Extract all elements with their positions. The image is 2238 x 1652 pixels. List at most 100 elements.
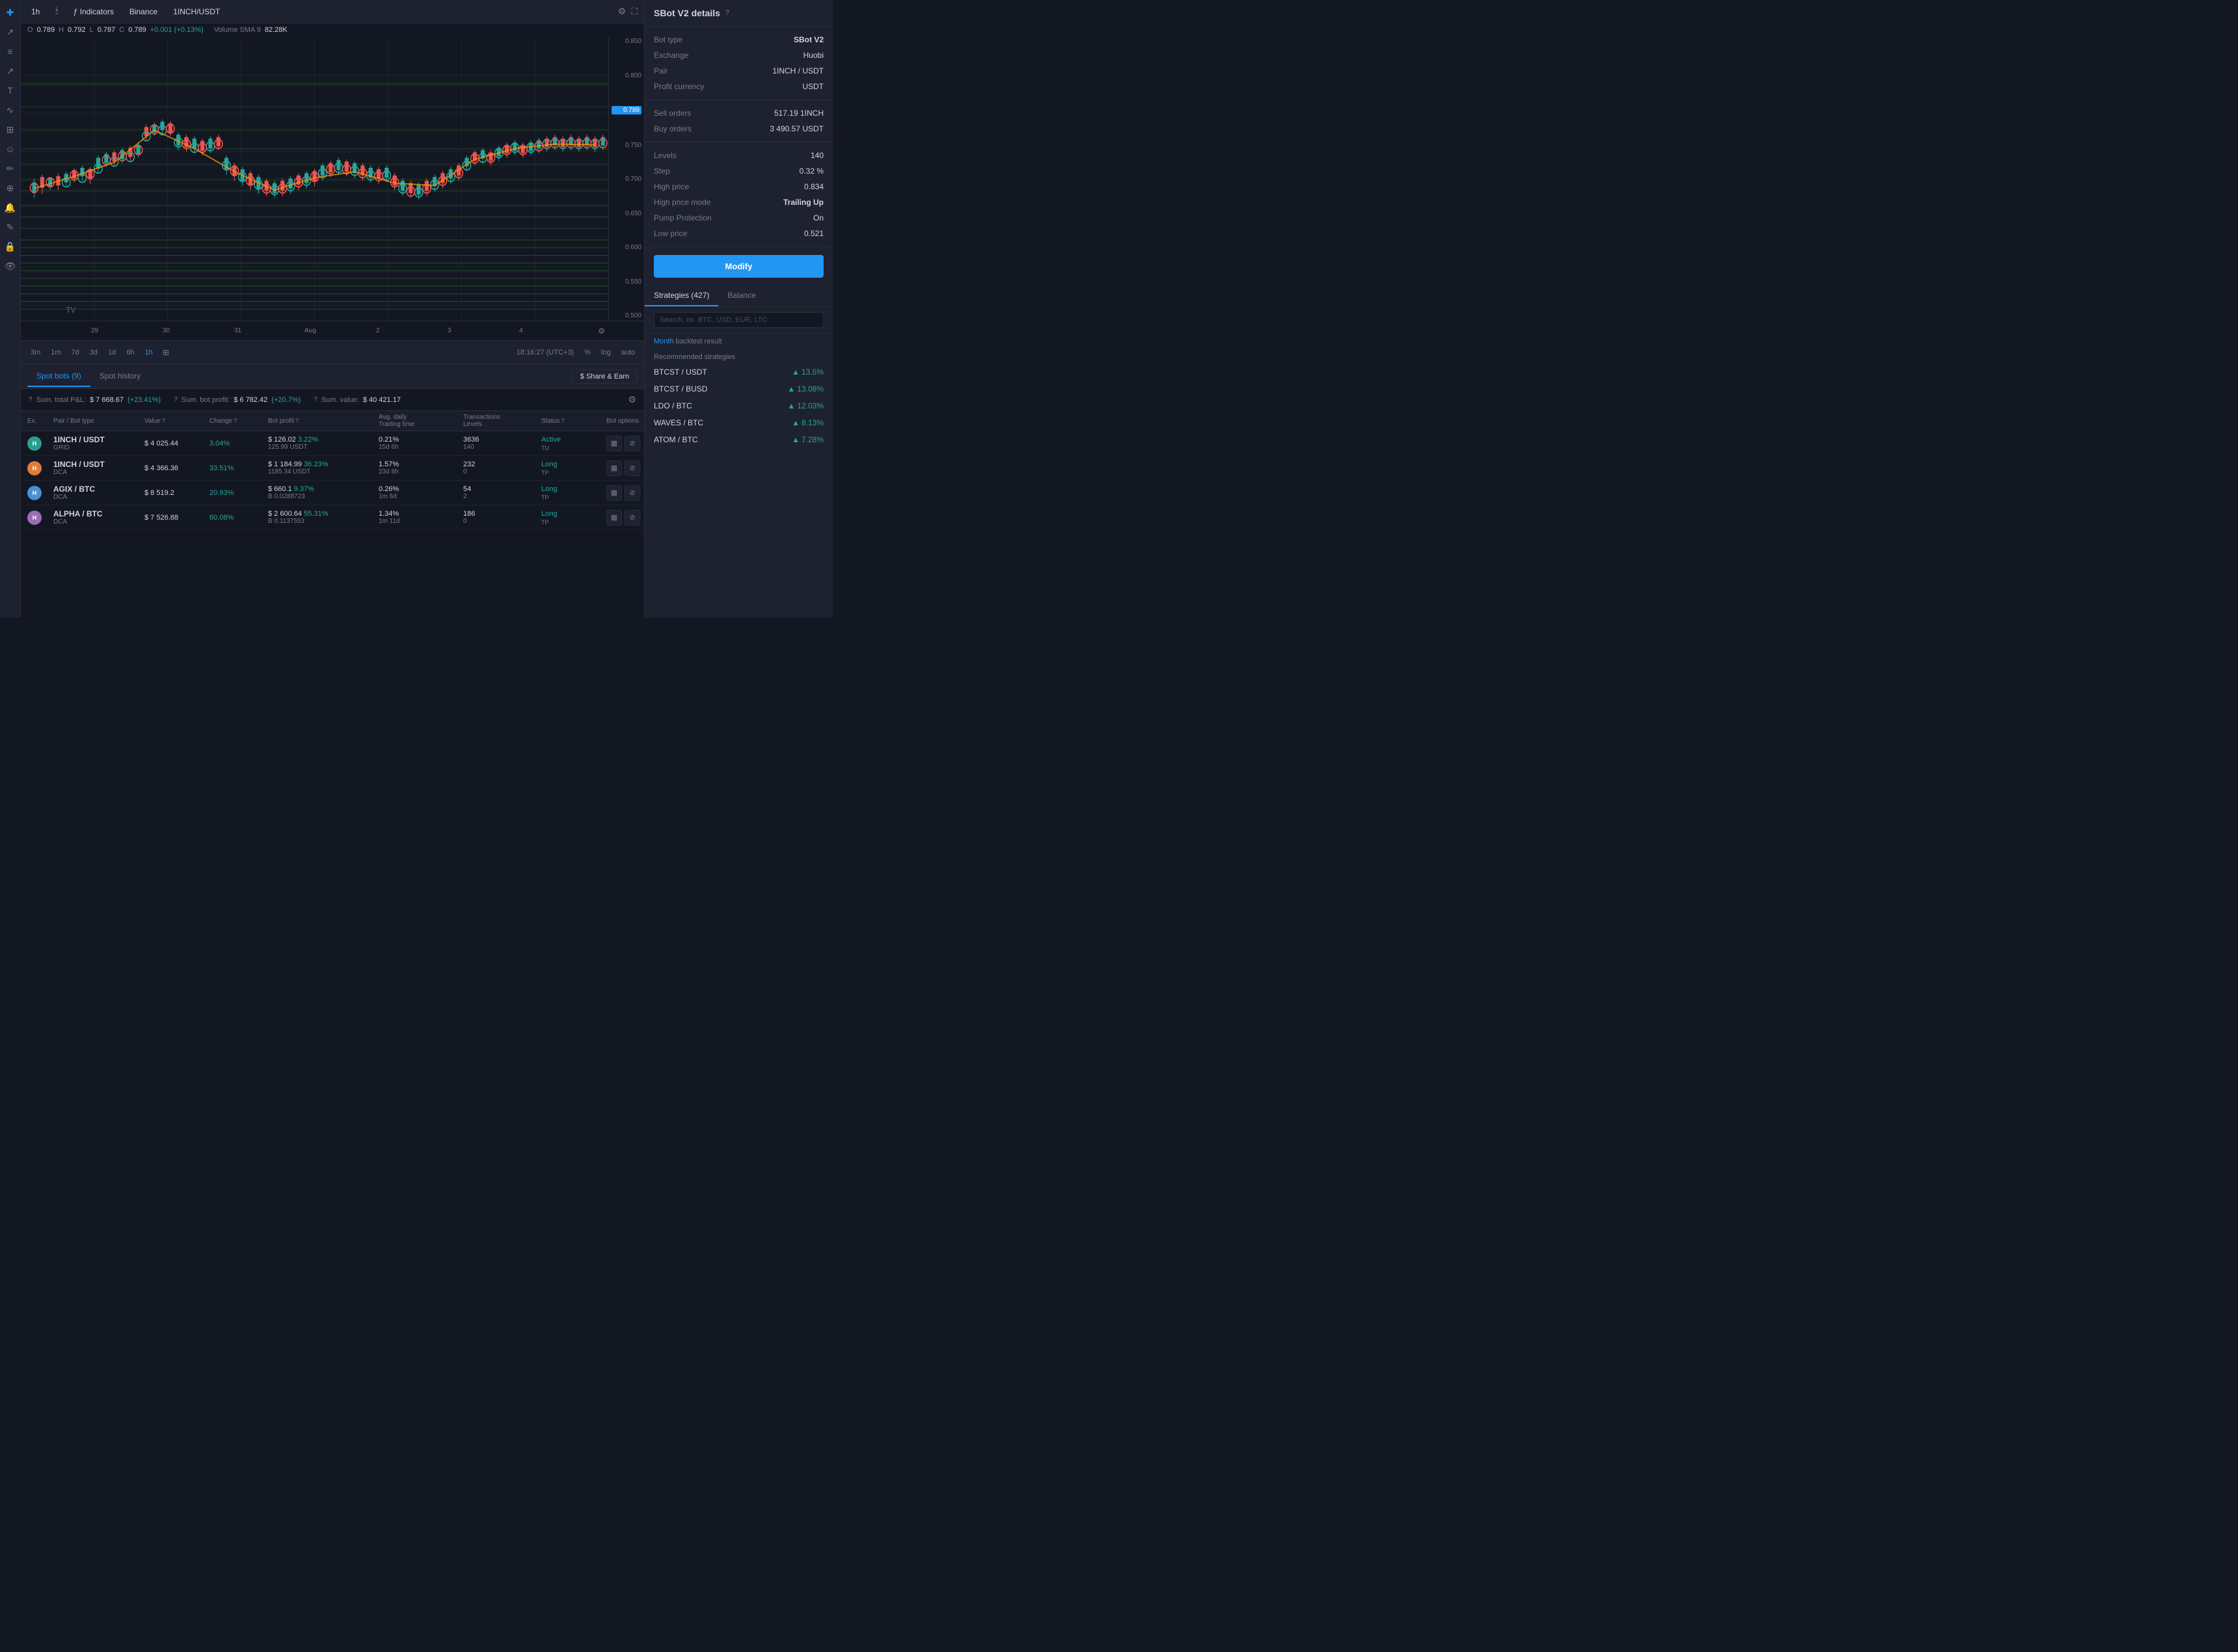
grid-tool[interactable]: ⊞ bbox=[2, 121, 19, 138]
profit-cell: $ 2 600.64 55.31% B 0.1137553 bbox=[268, 510, 379, 525]
pair-label[interactable]: 1INCH/USDT bbox=[169, 6, 224, 18]
stats-btn[interactable]: ▦ bbox=[606, 436, 622, 451]
chart-plot[interactable]: TV bbox=[21, 36, 608, 321]
high-label: H bbox=[59, 26, 64, 34]
percent-btn[interactable]: % bbox=[582, 347, 593, 358]
strategy-row-ldo-btc[interactable]: LDO / BTC ▲12.03% bbox=[645, 397, 833, 414]
status-cell: Active TU bbox=[541, 436, 606, 451]
edit-btn[interactable]: ⊘ bbox=[625, 436, 640, 451]
strategy-row-atom-btc[interactable]: ATOM / BTC ▲7.28% bbox=[645, 431, 833, 448]
help-icon[interactable]: ? bbox=[725, 9, 729, 17]
compare-icon[interactable]: ⊞ bbox=[163, 348, 169, 357]
wave-tool[interactable]: ∿ bbox=[2, 101, 19, 118]
settings-icon[interactable]: ⚙ bbox=[618, 6, 627, 17]
strategy-row-btcst-busd[interactable]: BTCST / BUSD ▲13.08% bbox=[645, 380, 833, 397]
fullscreen-icon[interactable]: ⛶ bbox=[631, 6, 638, 17]
log-btn[interactable]: log bbox=[599, 347, 613, 358]
value-cell: $ 8 519.2 bbox=[144, 489, 209, 497]
share-earn-button[interactable]: $ Share & Earn bbox=[572, 369, 638, 384]
high-price-row: High price 0.834 bbox=[645, 179, 833, 194]
timestamp-display: 18:16:27 (UTC+3) bbox=[514, 347, 576, 358]
status-text: Long bbox=[541, 485, 606, 493]
eye-tool[interactable]: 👁 bbox=[2, 258, 19, 274]
annotation-tool[interactable]: ✎ bbox=[2, 219, 19, 235]
levels-label: Levels bbox=[654, 151, 677, 160]
sbot-title: SBot V2 details bbox=[654, 8, 720, 18]
time-label-aug: Aug bbox=[304, 327, 316, 334]
strategy-name: LDO / BTC bbox=[654, 401, 692, 410]
tab-strategies[interactable]: Strategies (427) bbox=[645, 286, 718, 306]
pair-row: Pair 1INCH / USDT bbox=[645, 63, 833, 79]
edit-btn[interactable]: ⊘ bbox=[625, 460, 640, 476]
emoji-tool[interactable]: ☺ bbox=[2, 140, 19, 157]
edit-btn[interactable]: ⊘ bbox=[625, 510, 640, 526]
lock-tool[interactable]: 🔒 bbox=[2, 238, 19, 255]
value-help-icon[interactable]: ? bbox=[314, 396, 317, 403]
profit-help-icon[interactable]: ? bbox=[174, 396, 178, 403]
alert-tool[interactable]: 🔔 bbox=[2, 199, 19, 216]
time-axis-settings-icon[interactable]: ⚙ bbox=[598, 326, 605, 336]
cursor-tool[interactable]: ↗ bbox=[2, 23, 19, 40]
strategy-row-waves-btc[interactable]: WAVES / BTC ▲8.13% bbox=[645, 414, 833, 431]
daily-cell: 0.21% 15d 6h bbox=[379, 436, 463, 451]
grid-section: Levels 140 Step 0.32 % High price 0.834 … bbox=[645, 142, 833, 247]
bots-table: H 1INCH / USDT GRID $ 4 025.44 3.04% $ 1… bbox=[21, 431, 644, 618]
bot-type-value: SBot V2 bbox=[794, 35, 824, 44]
timeframe-1h[interactable]: 1h bbox=[142, 347, 156, 358]
timeframe-header[interactable]: 1h bbox=[27, 6, 44, 18]
text-tool[interactable]: T bbox=[2, 82, 19, 99]
pump-protection-value: On bbox=[813, 213, 824, 222]
bot-actions: ▦ ⊘ bbox=[606, 485, 644, 501]
tab-spot-bots[interactable]: Spot bots (9) bbox=[27, 366, 90, 387]
orders-section: Sell orders 517.19 1INCH Buy orders 3 49… bbox=[645, 100, 833, 142]
tab-spot-history[interactable]: Spot history bbox=[90, 366, 150, 387]
pnl-change: (+23.41%) bbox=[128, 396, 161, 404]
timeframe-3m[interactable]: 3m bbox=[27, 347, 44, 358]
close-label: C bbox=[119, 26, 124, 34]
zoom-tool[interactable]: ⊕ bbox=[2, 180, 19, 196]
strategy-row-btcst-usdt[interactable]: BTCST / USDT ▲13.5% bbox=[645, 364, 833, 380]
strategy-search-input[interactable] bbox=[654, 312, 824, 328]
draw-tool[interactable]: ↗ bbox=[2, 62, 19, 79]
stats-btn[interactable]: ▦ bbox=[606, 510, 622, 526]
candle-type[interactable]: 🕯 bbox=[51, 5, 61, 18]
chart-canvas[interactable]: TV 0.850 0.800 0.789 0.750 0.700 0.650 0… bbox=[21, 36, 644, 321]
timeframe-1m[interactable]: 1m bbox=[47, 347, 64, 358]
timeframe-6h[interactable]: 6h bbox=[123, 347, 137, 358]
strategies-list: BTCST / USDT ▲13.5% BTCST / BUSD ▲13.08%… bbox=[645, 364, 833, 448]
price-tick: 0.850 bbox=[612, 38, 641, 45]
modify-button[interactable]: Modify bbox=[654, 255, 824, 278]
status-text: Active bbox=[541, 436, 606, 444]
timeframe-3d[interactable]: 3d bbox=[87, 347, 101, 358]
pair-cell: 1INCH / USDT GRID bbox=[53, 435, 144, 451]
bots-summary: ? Sum. total P&L: $ 7 668.67 (+23.41%) ?… bbox=[21, 389, 644, 411]
edit-btn[interactable]: ⊘ bbox=[625, 485, 640, 501]
chart-controls: 3m 1m 7d 3d 1d 6h 1h ⊞ 18:16:27 (UTC+3) … bbox=[21, 340, 644, 364]
daily-cell: 1.57% 23d 8h bbox=[379, 460, 463, 475]
filter-icon[interactable]: ⚙ bbox=[628, 394, 636, 405]
col-ex: Ex. bbox=[27, 414, 53, 428]
tab-balance[interactable]: Balance bbox=[718, 286, 764, 306]
low-price-value: 0.521 bbox=[804, 229, 824, 238]
levels-value: 140 bbox=[811, 151, 824, 160]
low-label: L bbox=[90, 26, 94, 34]
stats-btn[interactable]: ▦ bbox=[606, 485, 622, 501]
lines-tool[interactable]: ≡ bbox=[2, 43, 19, 60]
pnl-help-icon[interactable]: ? bbox=[29, 396, 33, 403]
exchange-label[interactable]: Binance bbox=[126, 6, 161, 18]
strategy-return: ▲7.28% bbox=[792, 435, 824, 444]
timeframe-1d[interactable]: 1d bbox=[105, 347, 119, 358]
bot-type-row: Bot type SBot V2 bbox=[645, 32, 833, 47]
pair-name: AGIX / BTC bbox=[53, 485, 144, 494]
timeframe-7d[interactable]: 7d bbox=[68, 347, 83, 358]
high-price-value: 0.834 bbox=[804, 182, 824, 191]
crosshair-tool[interactable]: ✚ bbox=[2, 4, 19, 21]
stats-btn[interactable]: ▦ bbox=[606, 460, 622, 476]
indicators-btn[interactable]: ƒ Indicators bbox=[70, 6, 118, 18]
low-price-label: Low price bbox=[654, 229, 687, 238]
value-cell: $ 4 366.36 bbox=[144, 464, 209, 472]
pair-name: 1INCH / USDT bbox=[53, 460, 144, 469]
auto-btn[interactable]: auto bbox=[619, 347, 638, 358]
pencil-tool[interactable]: ✏ bbox=[2, 160, 19, 177]
price-tick: 0.550 bbox=[612, 278, 641, 286]
